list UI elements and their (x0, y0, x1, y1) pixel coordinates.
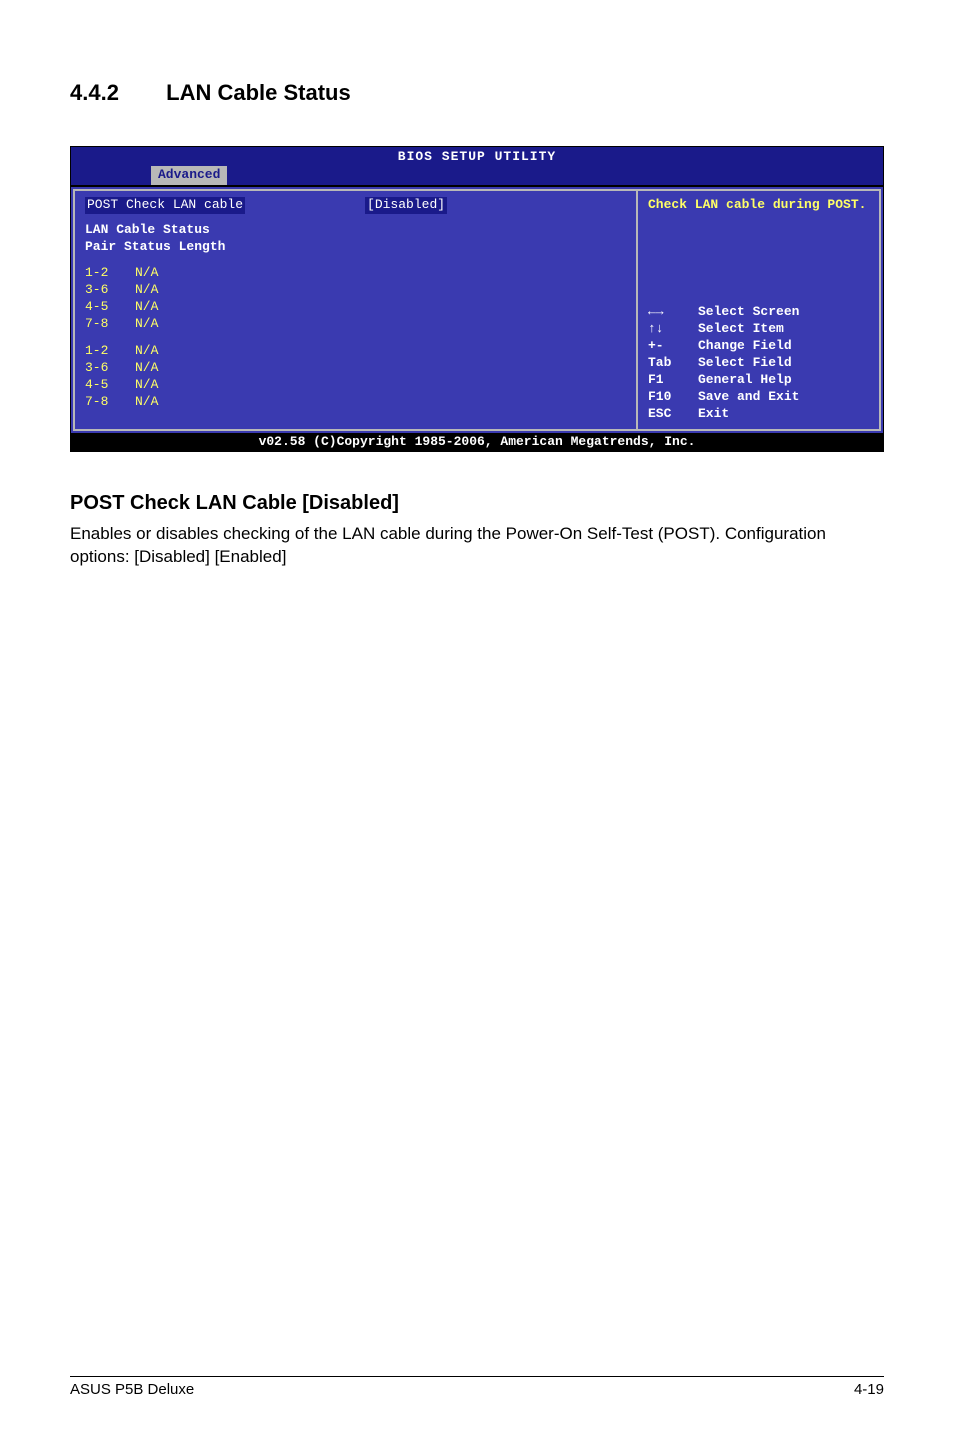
arrows-ud-icon: ↑↓ (648, 321, 698, 338)
table-row: 3-6N/A (85, 282, 626, 299)
subsection-heading: POST Check LAN Cable [Disabled] (70, 492, 884, 515)
bios-tab-advanced: Advanced (151, 166, 227, 185)
bios-right-pane: Check LAN cable during POST. ←→Select Sc… (636, 189, 881, 431)
key-row: ESCExit (648, 406, 869, 423)
page-footer: ASUS P5B Deluxe 4-19 (70, 1376, 884, 1398)
table-row: 3-6N/A (85, 360, 626, 377)
arrows-lr-icon: ←→ (648, 304, 698, 321)
section-number: 4.4.2 (70, 80, 160, 106)
bios-field-row: POST Check LAN cable [Disabled] (85, 197, 626, 214)
section-heading: 4.4.2 LAN Cable Status (70, 80, 884, 106)
section-title: LAN Cable Status (166, 80, 351, 105)
bios-field-value: [Disabled] (365, 197, 447, 214)
table-row: 7-8N/A (85, 316, 626, 333)
footer-left: ASUS P5B Deluxe (70, 1381, 194, 1398)
bios-header: BIOS SETUP UTILITY Advanced (71, 147, 883, 185)
key-row: TabSelect Field (648, 355, 869, 372)
bios-title: BIOS SETUP UTILITY (398, 149, 556, 166)
bios-columns: Pair Status Length (85, 239, 626, 256)
bios-field-label: POST Check LAN cable (85, 197, 245, 214)
body-paragraph: Enables or disables checking of the LAN … (70, 523, 884, 569)
table-row: 7-8N/A (85, 394, 626, 411)
key-row: F1General Help (648, 372, 869, 389)
bios-block2: 1-2N/A 3-6N/A 4-5N/A 7-8N/A (85, 343, 626, 411)
bios-block1: 1-2N/A 3-6N/A 4-5N/A 7-8N/A (85, 265, 626, 333)
table-row: 1-2N/A (85, 343, 626, 360)
bios-footer: v02.58 (C)Copyright 1985-2006, American … (71, 433, 883, 452)
table-row: 4-5N/A (85, 377, 626, 394)
footer-right: 4-19 (854, 1381, 884, 1398)
bios-key-legend: ←→Select Screen ↑↓Select Item +-Change F… (648, 304, 869, 422)
table-row: 1-2N/A (85, 265, 626, 282)
key-row: ↑↓Select Item (648, 321, 869, 338)
key-row: ←→Select Screen (648, 304, 869, 321)
bios-status-header: LAN Cable Status (85, 222, 626, 239)
table-row: 4-5N/A (85, 299, 626, 316)
bios-left-pane: POST Check LAN cable [Disabled] LAN Cabl… (73, 189, 636, 431)
key-row: +-Change Field (648, 338, 869, 355)
bios-screenshot: BIOS SETUP UTILITY Advanced POST Check L… (70, 146, 884, 452)
bios-help-text: Check LAN cable during POST. (648, 197, 869, 214)
key-row: F10Save and Exit (648, 389, 869, 406)
